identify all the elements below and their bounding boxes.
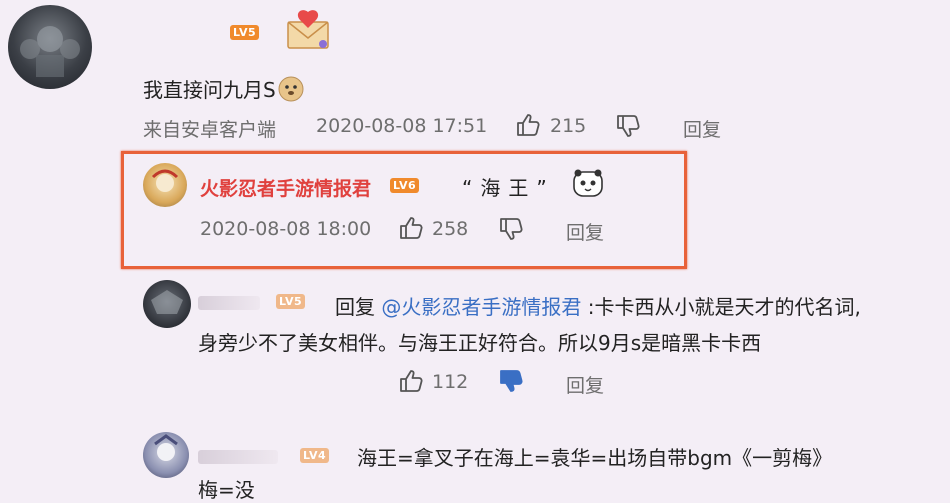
avatar[interactable] xyxy=(143,163,187,207)
like-button[interactable] xyxy=(398,368,424,394)
thumbs-up-icon xyxy=(517,114,540,136)
mention-link[interactable]: @火影忍者手游情报君 xyxy=(381,295,581,319)
comment-source: 来自安卓客户端 xyxy=(143,119,277,141)
comment-timestamp: 2020-08-08 18:00 xyxy=(200,218,372,240)
dislike-button[interactable] xyxy=(615,113,641,139)
level-badge: LV4 xyxy=(300,448,330,463)
comment-text-line1: :卡卡西从小就是天才的代名词, xyxy=(587,295,861,319)
avatar-image xyxy=(151,290,183,314)
like-count: 112 xyxy=(432,371,469,393)
thumbs-down-icon xyxy=(617,115,640,137)
comment-text-line1: 海王=拿叉子在海上=袁华=出场自带bgm《一剪梅》 xyxy=(357,446,833,470)
reply-button[interactable]: 回复 xyxy=(566,218,604,245)
reply-prefix: 回复 xyxy=(335,295,375,319)
dislike-button[interactable] xyxy=(498,368,524,394)
comment-text-line2: 身旁少不了美女相伴。与海王正好符合。所以9月s是暗黑卡卡西 xyxy=(198,331,762,355)
comment-text: “海王” xyxy=(462,176,555,200)
reply-button[interactable]: 回复 xyxy=(566,371,604,398)
panda-emoji-icon xyxy=(572,168,604,202)
avatar-image xyxy=(151,169,179,192)
avatar[interactable] xyxy=(143,432,189,478)
gift-envelope-icon xyxy=(285,8,331,50)
thumbs-up-icon xyxy=(400,217,423,239)
level-badge: LV5 xyxy=(276,294,306,309)
username[interactable] xyxy=(198,450,278,464)
avatar-image xyxy=(20,26,80,77)
dislike-button[interactable] xyxy=(498,216,524,242)
comment-text: 我直接问九月S xyxy=(143,74,304,107)
username[interactable]: 火影忍者手游情报君 xyxy=(200,174,371,201)
like-button[interactable] xyxy=(398,215,424,241)
level-badge: LV6 xyxy=(390,178,420,193)
comment-text-body: 我直接问九月S xyxy=(143,78,276,102)
comment-text: 回复 @火影忍者手游情报君 :卡卡西从小就是天才的代名词, xyxy=(335,291,861,320)
like-button[interactable] xyxy=(515,112,541,138)
level-badge: LV5 xyxy=(230,25,260,40)
comment-text-line2: 梅=没 xyxy=(198,478,255,502)
avatar[interactable] xyxy=(8,5,92,89)
like-count: 215 xyxy=(550,115,587,137)
doge-emoji-icon xyxy=(278,76,304,107)
username[interactable] xyxy=(198,296,260,310)
thumbs-down-icon xyxy=(500,370,523,392)
reply-button[interactable]: 回复 xyxy=(683,115,721,142)
avatar[interactable] xyxy=(143,280,191,328)
thumbs-up-icon xyxy=(400,370,423,392)
like-count: 258 xyxy=(432,218,469,240)
comment-timestamp: 2020-08-08 17:51 xyxy=(316,115,488,137)
avatar-image xyxy=(154,434,178,461)
thumbs-down-icon xyxy=(500,218,523,240)
